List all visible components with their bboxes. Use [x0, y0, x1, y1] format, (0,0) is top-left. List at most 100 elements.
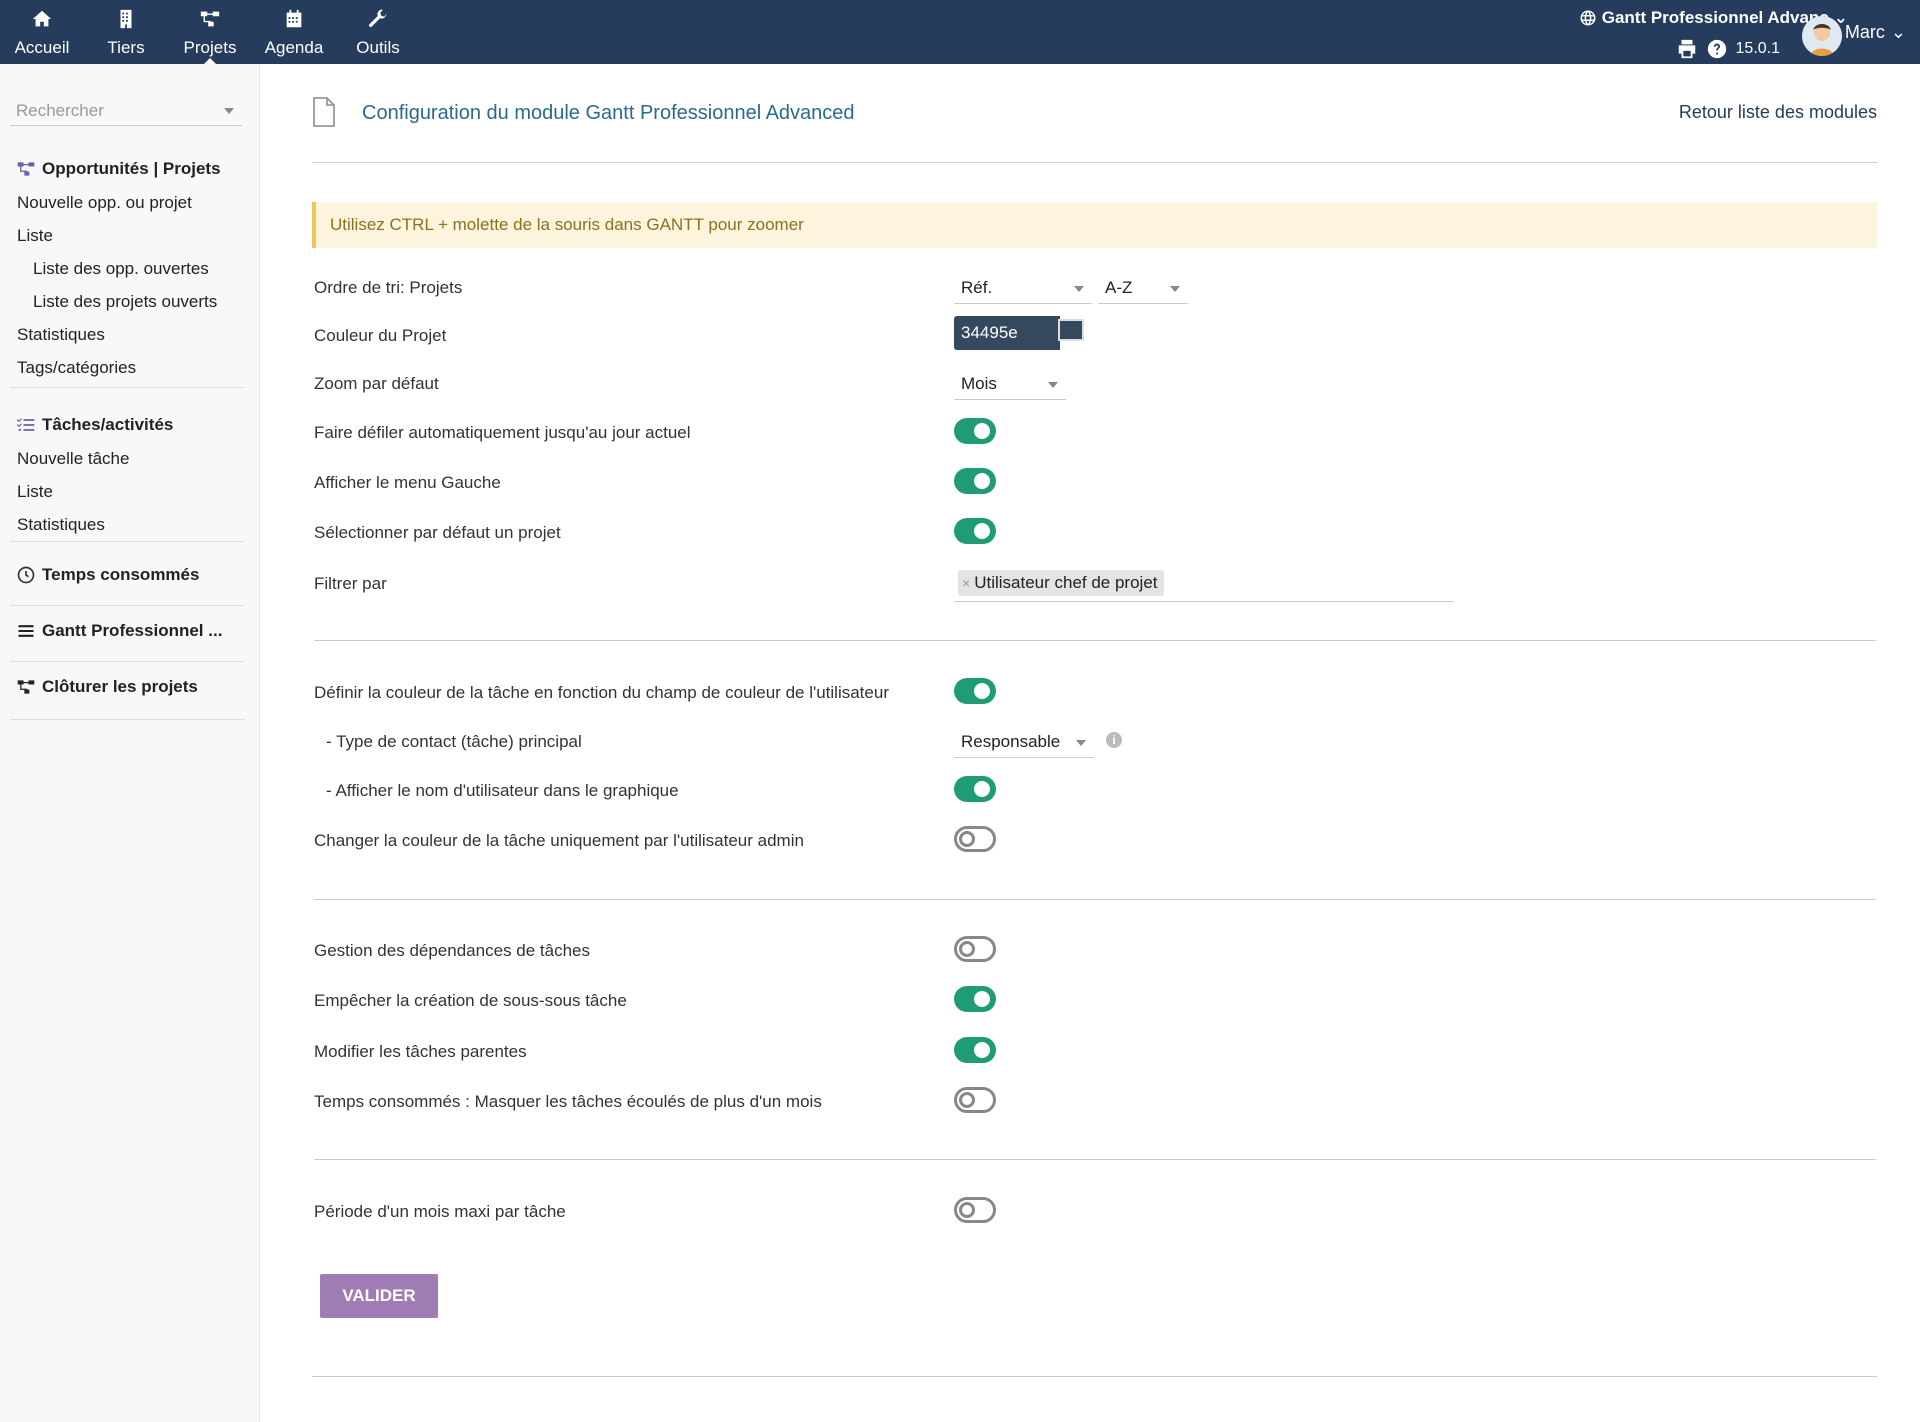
nav-projets-label: Projets — [183, 38, 237, 57]
help-icon[interactable] — [1706, 38, 1728, 60]
info-icon[interactable]: i — [1106, 732, 1122, 748]
menu-title-tasks[interactable]: Tâches/activités — [10, 408, 245, 442]
select-value: Mois — [961, 373, 997, 393]
nav-tiers[interactable]: Tiers — [84, 0, 168, 64]
setting-label: Période d'un mois maxi par tâche — [314, 1202, 566, 1221]
menu-title-time-spent[interactable]: Temps consommés — [10, 558, 245, 592]
sidebar-item-list[interactable]: Liste — [10, 219, 245, 252]
nav-tiers-label: Tiers — [107, 38, 145, 57]
setting-autoscroll: Faire défiler automatiquement jusqu'au j… — [314, 413, 1874, 453]
search-input[interactable]: Rechercher — [10, 96, 242, 126]
nav-projets[interactable]: Projets — [168, 0, 252, 64]
module-name-label: Gantt Professionnel Advanc — [1601, 8, 1829, 27]
setting-select-project: Sélectionner par défaut un projet — [314, 513, 1874, 553]
setting-label: - Type de contact (tâche) principal — [326, 732, 582, 751]
color-input[interactable]: 34495e — [954, 316, 1060, 350]
divider — [314, 640, 1876, 641]
project-icon — [200, 11, 220, 27]
setting-show-username: - Afficher le nom d'utilisateur dans le … — [314, 771, 1874, 811]
menu-time-spent: Temps consommés — [10, 558, 245, 606]
sidebar-item-new-task[interactable]: Nouvelle tâche — [10, 442, 245, 475]
prevent-subsub-toggle[interactable] — [954, 986, 996, 1012]
setting-modify-parents: Modifier les tâches parentes — [314, 1032, 1874, 1072]
avatar[interactable] — [1802, 16, 1842, 56]
back-to-modules-link[interactable]: Retour liste des modules — [1679, 102, 1877, 123]
user-menu[interactable]: Marc ⌄ — [1845, 22, 1906, 43]
select-value: A-Z — [1105, 277, 1133, 297]
autoscroll-toggle[interactable] — [954, 418, 996, 444]
sidebar: Rechercher Opportunités | Projets Nouvel… — [0, 64, 260, 1422]
submit-button[interactable]: VALIDER — [320, 1274, 438, 1318]
document-icon — [313, 97, 335, 127]
color-picker-button[interactable] — [1058, 319, 1084, 341]
admin-color-toggle[interactable] — [954, 826, 996, 852]
page-header: Configuration du module Gantt Profession… — [312, 96, 1877, 134]
chevron-down-icon: ⌄ — [1890, 22, 1906, 42]
sort-direction-select[interactable]: A-Z — [1098, 272, 1188, 304]
top-nav: Accueil Tiers Projets Agenda Outils — [0, 0, 420, 64]
sidebar-item-task-stats[interactable]: Statistiques — [10, 508, 245, 541]
contact-type-select[interactable]: Responsable — [954, 726, 1094, 758]
nav-agenda[interactable]: Agenda — [252, 0, 336, 64]
nav-outils[interactable]: Outils — [336, 0, 420, 64]
sidebar-item-open-projects[interactable]: Liste des projets ouverts — [10, 285, 245, 318]
setting-label: Couleur du Projet — [314, 326, 447, 345]
max-period-toggle[interactable] — [954, 1197, 996, 1223]
setting-label: Changer la couleur de la tâche uniquemen… — [314, 831, 804, 850]
setting-label: Ordre de tri: Projets — [314, 278, 463, 297]
setting-sort: Ordre de tri: Projets Réf. A-Z — [314, 268, 1874, 308]
setting-label: Sélectionner par défaut un projet — [314, 523, 561, 542]
sidebar-item-tags[interactable]: Tags/catégories — [10, 351, 245, 384]
menu-title-opportunities[interactable]: Opportunités | Projets — [10, 152, 245, 186]
modify-parents-toggle[interactable] — [954, 1037, 996, 1063]
hide-old-tasks-toggle[interactable] — [954, 1087, 996, 1113]
chevron-down-icon[interactable] — [224, 108, 234, 114]
left-menu-toggle[interactable] — [954, 468, 996, 494]
filter-multiselect[interactable]: × Utilisateur chef de projet — [954, 568, 1454, 602]
sidebar-item-new-opp[interactable]: Nouvelle opp. ou projet — [10, 186, 245, 219]
setting-label: Empêcher la création de sous-sous tâche — [314, 991, 627, 1010]
page-title: Configuration du module Gantt Profession… — [362, 102, 855, 124]
setting-label: Définir la couleur de la tâche en foncti… — [314, 683, 889, 702]
sort-field-select[interactable]: Réf. — [954, 272, 1092, 304]
setting-zoom: Zoom par défaut Mois — [314, 364, 1874, 404]
dependencies-toggle[interactable] — [954, 936, 996, 962]
nav-outils-label: Outils — [356, 38, 400, 57]
show-username-toggle[interactable] — [954, 776, 996, 802]
nav-home-label: Accueil — [14, 38, 70, 57]
remove-tag-icon[interactable]: × — [962, 575, 970, 591]
sidebar-item-task-list[interactable]: Liste — [10, 475, 245, 508]
divider — [314, 1159, 1876, 1160]
search-placeholder: Rechercher — [16, 100, 104, 120]
nav-home[interactable]: Accueil — [0, 0, 84, 64]
wrench-icon — [369, 9, 387, 27]
menu-opportunities: Opportunités | Projets Nouvelle opp. ou … — [10, 152, 245, 388]
setting-label: Filtrer par — [314, 574, 387, 593]
menu-close-projects: Clôturer les projets — [10, 670, 245, 720]
filter-tag: × Utilisateur chef de projet — [958, 570, 1164, 596]
menu-title-close-projects[interactable]: Clôturer les projets — [10, 670, 245, 704]
zoom-select[interactable]: Mois — [954, 368, 1066, 400]
task-color-toggle[interactable] — [954, 678, 996, 704]
print-icon[interactable] — [1676, 38, 1698, 60]
top-tools: 15.0.1 — [1676, 38, 1780, 60]
setting-left-menu: Afficher le menu Gauche — [314, 463, 1874, 503]
setting-hide-old-tasks: Temps consommés : Masquer les tâches éco… — [314, 1082, 1874, 1122]
project-icon — [17, 680, 35, 694]
calendar-icon — [286, 9, 302, 28]
setting-label: Faire défiler automatiquement jusqu'au j… — [314, 423, 691, 442]
setting-prevent-subsub: Empêcher la création de sous-sous tâche — [314, 981, 1874, 1021]
setting-label: - Afficher le nom d'utilisateur dans le … — [326, 781, 679, 800]
chevron-down-icon — [1048, 382, 1058, 388]
select-project-toggle[interactable] — [954, 518, 996, 544]
sidebar-item-open-opps[interactable]: Liste des opp. ouvertes — [10, 252, 245, 285]
divider — [312, 162, 1877, 163]
setting-label: Temps consommés : Masquer les tâches éco… — [314, 1092, 822, 1111]
zoom-notice: Utilisez CTRL + molette de la souris dan… — [312, 202, 1877, 248]
setting-label: Gestion des dépendances de tâches — [314, 941, 590, 960]
menu-title-gantt[interactable]: Gantt Professionnel ... — [10, 614, 245, 648]
setting-max-period: Période d'un mois maxi par tâche — [314, 1192, 1874, 1232]
sidebar-item-statistics[interactable]: Statistiques — [10, 318, 245, 351]
username-label: Marc — [1844, 22, 1885, 42]
avatar-icon — [1802, 16, 1842, 56]
